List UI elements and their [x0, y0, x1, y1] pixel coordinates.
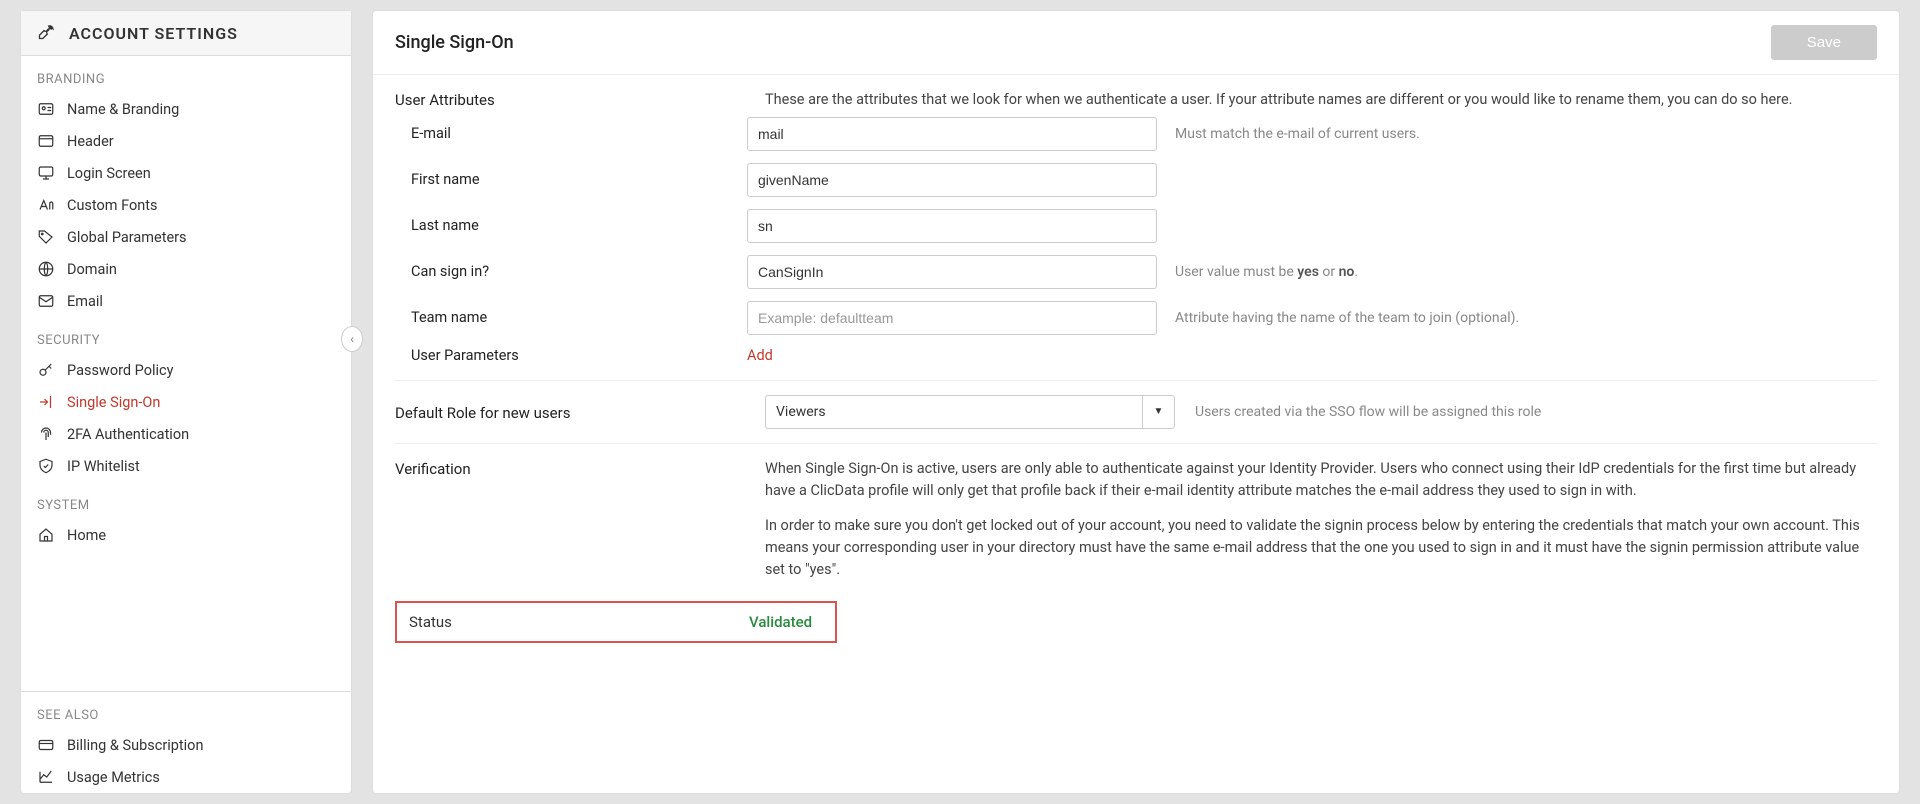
section-system: SYSTEM — [21, 482, 351, 519]
sidebar-title: ACCOUNT SETTINGS — [69, 24, 238, 43]
main-header: Single Sign-On Save — [373, 11, 1899, 75]
user-attributes-desc: These are the attributes that we look fo… — [765, 89, 1877, 111]
row-firstname: First name — [395, 157, 1877, 203]
row-status: Status Validated — [395, 601, 837, 643]
sidebar-scroll[interactable]: BRANDING Name & Branding Header Login Sc… — [21, 56, 351, 691]
fingerprint-icon — [37, 425, 55, 443]
key-icon — [37, 361, 55, 379]
envelope-icon — [37, 292, 55, 310]
status-label: Status — [409, 613, 749, 631]
nav-label: Custom Fonts — [67, 197, 157, 214]
shield-icon — [37, 457, 55, 475]
globe-icon — [37, 260, 55, 278]
verification-p2: In order to make sure you don't get lock… — [765, 515, 1877, 580]
section-security: SECURITY — [21, 317, 351, 354]
email-hint: Must match the e-mail of current users. — [1175, 126, 1420, 142]
sidebar-item-name-branding[interactable]: Name & Branding — [21, 93, 351, 125]
default-role-value: Viewers — [766, 396, 1142, 428]
main-body[interactable]: User Attributes These are the attributes… — [373, 75, 1899, 793]
cansignin-input[interactable] — [747, 255, 1157, 289]
teamname-label: Team name — [395, 309, 729, 326]
header-icon — [37, 132, 55, 150]
email-input[interactable] — [747, 117, 1157, 151]
row-userparams: User Parameters Add — [395, 341, 1877, 370]
sidebar-item-2fa[interactable]: 2FA Authentication — [21, 418, 351, 450]
sidebar-item-usage-metrics[interactable]: Usage Metrics — [21, 761, 351, 793]
sidebar-item-header[interactable]: Header — [21, 125, 351, 157]
firstname-input[interactable] — [747, 163, 1157, 197]
cansignin-label: Can sign in? — [395, 263, 729, 280]
lastname-label: Last name — [395, 217, 729, 234]
nav-label: Header — [67, 133, 114, 150]
sidebar-header: ACCOUNT SETTINGS — [21, 11, 351, 56]
nav-label: 2FA Authentication — [67, 426, 189, 443]
cansignin-hint: User value must be yes or no. — [1175, 264, 1358, 280]
collapse-handle[interactable]: ‹ — [341, 326, 363, 352]
verification-text: When Single Sign-On is active, users are… — [765, 458, 1877, 581]
credit-card-icon — [37, 736, 55, 754]
user-attributes-label: User Attributes — [395, 89, 745, 109]
row-email: E-mail Must match the e-mail of current … — [395, 111, 1877, 157]
chevron-left-icon: ‹ — [350, 332, 354, 346]
main-panel: Single Sign-On Save User Attributes Thes… — [372, 10, 1900, 794]
nav-label: IP Whitelist — [67, 458, 140, 475]
nav-label: Home — [67, 527, 106, 544]
nav-label: Single Sign-On — [67, 394, 160, 411]
login-arrow-icon — [37, 393, 55, 411]
nav-label: Global Parameters — [67, 229, 187, 246]
nav-label: Billing & Subscription — [67, 737, 203, 754]
lastname-input[interactable] — [747, 209, 1157, 243]
sidebar-item-sso[interactable]: Single Sign-On — [21, 386, 351, 418]
row-user-attributes: User Attributes These are the attributes… — [395, 75, 1877, 111]
monitor-icon — [37, 164, 55, 182]
sidebar-bottom: SEE ALSO Billing & Subscription Usage Me… — [21, 691, 351, 793]
row-cansignin: Can sign in? User value must be yes or n… — [395, 249, 1877, 295]
id-card-icon — [37, 100, 55, 118]
userparams-label: User Parameters — [395, 347, 729, 364]
nav-label: Usage Metrics — [67, 769, 160, 786]
chart-icon — [37, 768, 55, 786]
nav-label: Login Screen — [67, 165, 151, 182]
sidebar-item-login-screen[interactable]: Login Screen — [21, 157, 351, 189]
row-lastname: Last name — [395, 203, 1877, 249]
section-branding: BRANDING — [21, 56, 351, 93]
tag-icon — [37, 228, 55, 246]
sidebar: ACCOUNT SETTINGS BRANDING Name & Brandin… — [20, 10, 352, 794]
wrench-icon — [37, 21, 57, 45]
row-teamname: Team name Attribute having the name of t… — [395, 295, 1877, 341]
sidebar-item-global-parameters[interactable]: Global Parameters — [21, 221, 351, 253]
verification-p1: When Single Sign-On is active, users are… — [765, 458, 1877, 502]
nav-label: Name & Branding — [67, 101, 179, 118]
row-verification: Verification When Single Sign-On is acti… — [395, 444, 1877, 595]
teamname-hint: Attribute having the name of the team to… — [1175, 310, 1519, 326]
sidebar-item-home[interactable]: Home — [21, 519, 351, 551]
home-icon — [37, 526, 55, 544]
chevron-down-icon: ▼ — [1142, 396, 1174, 428]
verification-label: Verification — [395, 458, 745, 478]
email-label: E-mail — [395, 125, 729, 142]
default-role-label: Default Role for new users — [395, 402, 745, 422]
font-icon — [37, 196, 55, 214]
sidebar-item-custom-fonts[interactable]: Custom Fonts — [21, 189, 351, 221]
nav-label: Email — [67, 293, 103, 310]
sidebar-item-ip-whitelist[interactable]: IP Whitelist — [21, 450, 351, 482]
sidebar-item-domain[interactable]: Domain — [21, 253, 351, 285]
add-user-param-link[interactable]: Add — [747, 347, 773, 364]
status-value: Validated — [749, 613, 812, 631]
nav-label: Password Policy — [67, 362, 173, 379]
save-button[interactable]: Save — [1771, 25, 1877, 60]
sidebar-item-password-policy[interactable]: Password Policy — [21, 354, 351, 386]
sidebar-item-email[interactable]: Email — [21, 285, 351, 317]
section-seealso: SEE ALSO — [21, 692, 351, 729]
sidebar-item-billing[interactable]: Billing & Subscription — [21, 729, 351, 761]
default-role-hint: Users created via the SSO flow will be a… — [1195, 404, 1877, 420]
teamname-input[interactable] — [747, 301, 1157, 335]
firstname-label: First name — [395, 171, 729, 188]
default-role-select[interactable]: Viewers ▼ — [765, 395, 1175, 429]
nav-label: Domain — [67, 261, 117, 278]
row-default-role: Default Role for new users Viewers ▼ Use… — [395, 381, 1877, 444]
page-title: Single Sign-On — [395, 32, 514, 53]
